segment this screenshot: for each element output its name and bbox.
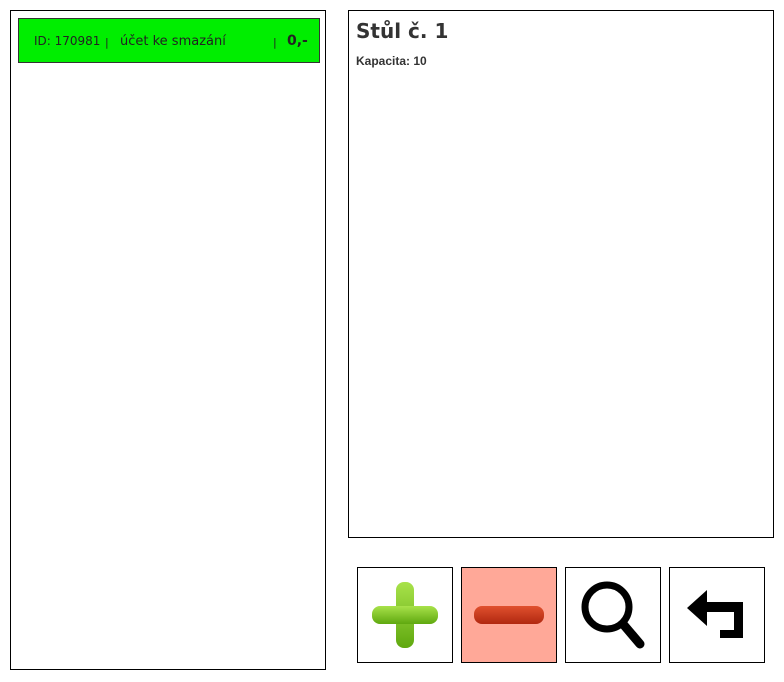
return-arrow-icon (687, 590, 743, 638)
table-capacity: Kapacita: 10 (356, 54, 427, 68)
account-separator: | (273, 36, 277, 49)
plus-icon (372, 582, 438, 648)
table-title: Stůl č. 1 (356, 19, 449, 43)
back-button[interactable] (669, 567, 765, 663)
table-detail-panel: Stůl č. 1 Kapacita: 10 (348, 10, 774, 538)
add-button[interactable] (357, 567, 453, 663)
account-separator: | (105, 36, 109, 49)
minus-icon (474, 606, 544, 624)
accounts-panel: ID: 170981 | účet ke smazání | 0,- (10, 10, 326, 670)
account-name: účet ke smazání (120, 34, 226, 49)
account-id: ID: 170981 (34, 34, 101, 48)
account-amount: 0,- (287, 33, 308, 49)
remove-button[interactable] (461, 567, 557, 663)
magnifier-icon (581, 581, 645, 649)
search-button[interactable] (565, 567, 661, 663)
account-item[interactable]: ID: 170981 | účet ke smazání | 0,- (18, 18, 320, 63)
